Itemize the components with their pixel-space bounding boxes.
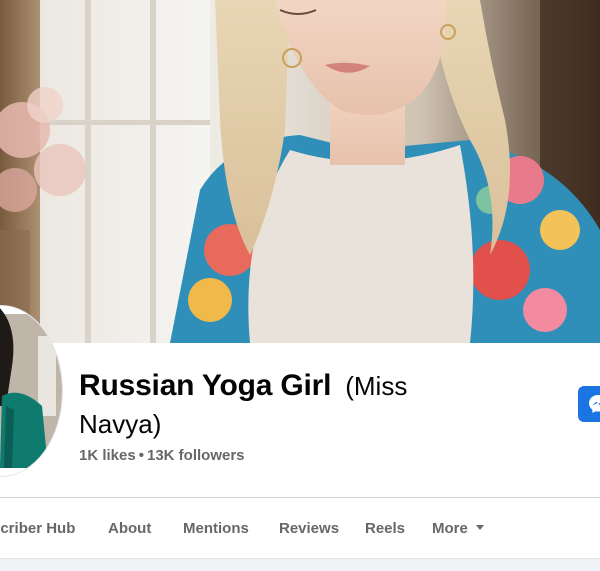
- tab-mentions[interactable]: Mentions: [183, 520, 249, 537]
- tab-about[interactable]: About: [108, 520, 151, 537]
- cover-photo[interactable]: [0, 0, 600, 343]
- page-tabs: scriber Hub About Mentions Reviews Reels…: [0, 498, 600, 558]
- tab-more-label: More: [432, 520, 468, 537]
- followers-count[interactable]: 13K followers: [147, 447, 245, 464]
- messenger-icon: [589, 395, 600, 413]
- page-alt-name-continued: Navya): [79, 409, 162, 439]
- page-stats: 1K likes • 13K followers: [79, 447, 245, 464]
- tab-reviews[interactable]: Reviews: [279, 520, 339, 537]
- tab-more[interactable]: More: [432, 520, 484, 537]
- tab-subscriber-hub[interactable]: scriber Hub: [0, 520, 75, 537]
- page-title: Russian Yoga Girl: [79, 369, 332, 402]
- page-alt-name: (Miss: [345, 371, 408, 401]
- stats-separator: •: [138, 447, 144, 464]
- caret-down-icon: [475, 524, 484, 530]
- page-header: Russian Yoga Girl (Miss Navya) 1K likes • 1…: [0, 0, 600, 571]
- page-name-block: Russian Yoga Girl (Miss Navya): [79, 366, 559, 442]
- message-button[interactable]: [578, 386, 600, 422]
- likes-count[interactable]: 1K likes: [79, 447, 136, 464]
- tab-reels[interactable]: Reels: [365, 520, 405, 537]
- content-background: [0, 558, 600, 571]
